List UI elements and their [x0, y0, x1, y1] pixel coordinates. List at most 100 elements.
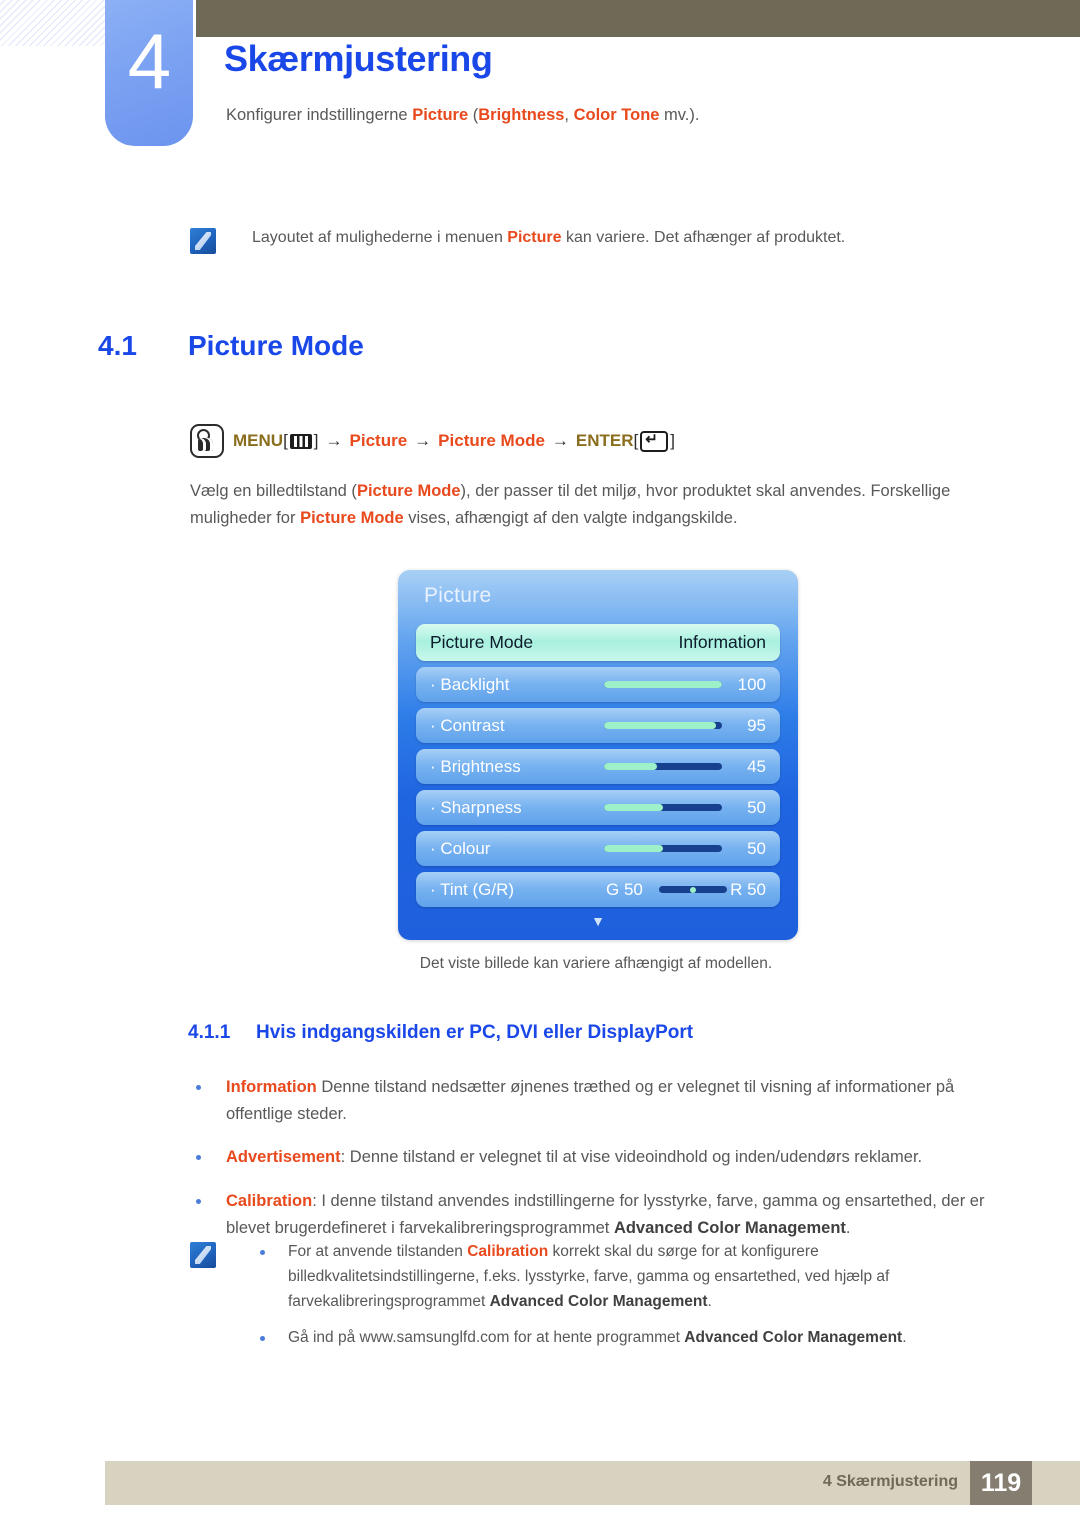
bracket-close: ]	[670, 431, 676, 450]
osd-slider[interactable]	[604, 763, 722, 770]
enter-label: ENTER	[575, 431, 634, 450]
osd-slider-fill	[604, 681, 722, 688]
chapter-title: Skærmjustering	[224, 38, 493, 79]
osd-picture-menu: Picture Picture Mode Information · Backl…	[398, 570, 798, 940]
keyword-picture: Picture	[507, 229, 562, 246]
osd-tint-red-value: R 50	[730, 879, 766, 899]
arrow-icon: →	[325, 431, 343, 450]
memo-icon	[190, 1242, 216, 1268]
osd-tint-slider[interactable]	[659, 886, 727, 893]
note-top-text: Layoutet af mulighederne i menuen Pictur…	[252, 226, 845, 250]
osd-row-label: · Brightness	[430, 756, 521, 776]
chapter-intro-mid2: ,	[564, 106, 574, 124]
osd-slider[interactable]	[604, 845, 722, 852]
osd-row-label: Picture Mode	[430, 632, 534, 652]
osd-slider[interactable]	[604, 804, 722, 811]
osd-row-label: · Contrast	[430, 715, 505, 735]
menu-path: MENU [ ] → Picture → Picture Mode → ENTE…	[190, 424, 675, 458]
osd-row-sharpness[interactable]: · Sharpness 50	[416, 790, 780, 825]
osd-row-tint[interactable]: · Tint (G/R) G 50 R 50	[416, 872, 780, 907]
arrow-icon: →	[551, 431, 569, 450]
corner-hatch-decoration	[0, 0, 108, 46]
bullet-list: Information Denne tilstand nedsætter øjn…	[190, 1074, 1002, 1259]
keyword-picture-mode: Picture Mode	[300, 508, 404, 527]
header-olive-bar	[196, 0, 1080, 37]
note-bottom: For at anvende tilstanden Calibration ko…	[190, 1240, 1002, 1363]
keyword-picture: Picture	[412, 106, 469, 124]
keyword-brightness: Brightness	[478, 106, 565, 124]
osd-slider-fill	[604, 845, 663, 852]
chapter-intro-after: mv.).	[659, 106, 700, 124]
osd-slider-fill	[604, 804, 663, 811]
osd-slider[interactable]	[604, 722, 722, 729]
section-paragraph: Vælg en billedtilstand (Picture Mode), d…	[190, 478, 1002, 531]
osd-row-value: 95	[747, 715, 766, 735]
keyword-advanced-color-management: Advanced Color Management	[684, 1329, 903, 1347]
osd-row-value: 50	[747, 838, 766, 858]
keyword-calibration: Calibration	[467, 1243, 549, 1260]
menu-step-picture-mode: Picture Mode	[438, 431, 545, 450]
note-text-c: .	[902, 1329, 907, 1347]
osd-row-value: 100	[737, 674, 766, 694]
keyword-color-tone: Color Tone	[573, 106, 660, 124]
list-item: Gå ind på www.samsunglfd.com for at hent…	[252, 1326, 1002, 1351]
note-top-before: Layoutet af mulighederne i menuen	[252, 229, 508, 246]
osd-tint-green-value: G 50	[606, 879, 643, 899]
osd-row-label: · Colour	[430, 838, 491, 858]
menu-step-picture: Picture	[349, 431, 408, 450]
chapter-intro-mid1: (	[468, 106, 479, 124]
note-text-a: Gå ind på www.samsunglfd.com for at hent…	[288, 1329, 685, 1347]
arrow-icon: →	[414, 431, 432, 450]
list-item: Information Denne tilstand nedsætter øjn…	[190, 1074, 1002, 1127]
osd-row-value: Information	[678, 632, 766, 652]
chapter-number-tab: 4	[105, 0, 193, 146]
keyword-advertisement: Advertisement	[226, 1148, 341, 1167]
footer-chapter-label: 4 Skærmjustering	[822, 1473, 958, 1490]
osd-row-backlight[interactable]: · Backlight 100	[416, 667, 780, 702]
list-item: For at anvende tilstanden Calibration ko…	[252, 1240, 1002, 1314]
chapter-number: 4	[127, 17, 171, 105]
osd-menu-title: Picture	[424, 584, 492, 607]
osd-row-colour[interactable]: · Colour 50	[416, 831, 780, 866]
keyword-information: Information	[226, 1078, 317, 1096]
list-item-tail: .	[845, 1218, 851, 1237]
bracket-open: [	[633, 431, 639, 450]
enter-button-icon	[640, 430, 669, 452]
memo-icon	[190, 228, 216, 254]
osd-row-list: Picture Mode Information · Backlight 100…	[416, 624, 780, 913]
paragraph-part-1: Vælg en billedtilstand (	[190, 482, 357, 500]
note-top: Layoutet af mulighederne i menuen Pictur…	[190, 226, 990, 254]
chapter-intro-text: Konfigurer indstillingerne Picture (Brig…	[226, 106, 699, 125]
osd-row-contrast[interactable]: · Contrast 95	[416, 708, 780, 743]
osd-row-label: · Backlight	[430, 674, 510, 694]
list-item-text: : I denne tilstand anvendes indstillinge…	[226, 1192, 985, 1237]
osd-row-label: · Sharpness	[430, 797, 522, 817]
osd-row-picture-mode[interactable]: Picture Mode Information	[416, 624, 780, 661]
subsection-title: Hvis indgangskilden er PC, DVI eller Dis…	[256, 1022, 694, 1043]
keyword-picture-mode: Picture Mode	[356, 482, 461, 500]
list-item: Calibration: I denne tilstand anvendes i…	[190, 1188, 1002, 1241]
osd-slider-knob[interactable]	[716, 722, 722, 729]
menu-label: MENU	[233, 431, 284, 450]
osd-slider-fill	[604, 763, 658, 770]
subsection-number: 4.1.1	[188, 1022, 231, 1043]
keyword-calibration: Calibration	[226, 1192, 313, 1211]
note-text-a: For at anvende tilstanden	[288, 1243, 468, 1260]
note-top-after: kan variere. Det afhænger af produktet.	[561, 229, 846, 246]
page-number: 119	[970, 1461, 1032, 1505]
osd-row-value: 45	[747, 756, 766, 776]
paragraph-part-3: vises, afhængigt af den valgte indgangsk…	[403, 508, 738, 527]
chapter-intro-before: Konfigurer indstillingerne	[226, 106, 413, 124]
section-number: 4.1	[98, 330, 137, 361]
chevron-down-icon[interactable]: ▼	[398, 914, 798, 928]
osd-row-brightness[interactable]: · Brightness 45	[416, 749, 780, 784]
footer-bar: 4 Skærmjustering 119	[105, 1461, 1080, 1505]
osd-tint-knob[interactable]	[690, 886, 696, 893]
osd-row-label: · Tint (G/R)	[430, 879, 515, 899]
osd-slider-fill	[604, 722, 717, 729]
touch-button-icon	[190, 424, 224, 458]
note-text-c: .	[707, 1292, 712, 1310]
bracket-close: ]	[313, 431, 319, 450]
osd-slider[interactable]	[604, 681, 722, 688]
keyword-advanced-color-management: Advanced Color Management	[489, 1292, 708, 1310]
